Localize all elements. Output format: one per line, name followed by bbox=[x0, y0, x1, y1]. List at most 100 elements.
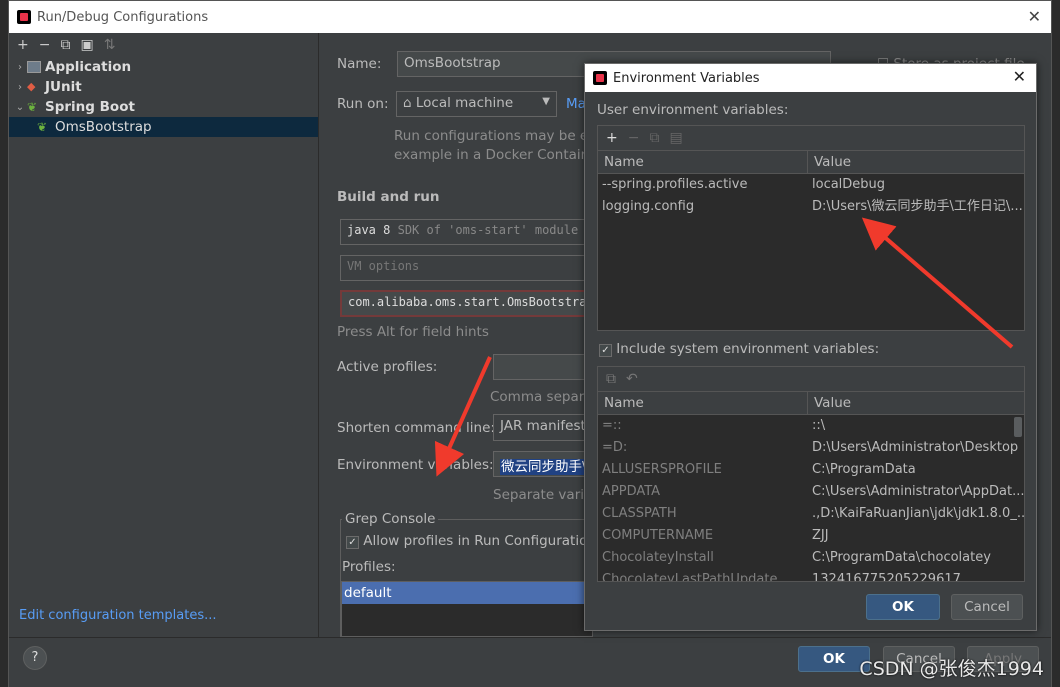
tree-item-junit[interactable]: › ◆ JUnit bbox=[9, 77, 318, 97]
variable-name: COMPUTERNAME bbox=[602, 528, 714, 543]
tree-item-application[interactable]: › Application bbox=[9, 57, 318, 77]
env-dialog-title-bar: Environment Variables ✕ bbox=[585, 64, 1036, 92]
background-editor-strip bbox=[0, 0, 8, 687]
folder-icon[interactable]: ▣ bbox=[80, 37, 93, 53]
environment-variables-label: Environment variables: bbox=[337, 457, 494, 473]
allow-profiles-checkbox[interactable]: ✓ Allow profiles in Run Configurations bbox=[346, 533, 603, 549]
table-row[interactable]: --spring.profiles.active localDebug bbox=[598, 174, 1024, 196]
sort-icon[interactable]: ⇅ bbox=[104, 37, 116, 53]
active-profiles-label: Active profiles: bbox=[337, 359, 438, 375]
grep-console-title: Grep Console bbox=[342, 511, 439, 527]
variable-value: ::\ bbox=[812, 418, 826, 433]
checkbox-checked-icon[interactable]: ✓ bbox=[599, 344, 612, 357]
vm-options-input[interactable]: VM options bbox=[340, 255, 590, 281]
chevron-right-icon[interactable]: › bbox=[13, 62, 27, 73]
variable-value: D:\Users\Administrator\Desktop bbox=[812, 440, 1019, 455]
undo-icon[interactable]: ↶ bbox=[626, 371, 638, 387]
table-row[interactable]: ALLUSERSPROFILE C:\ProgramData bbox=[598, 459, 1024, 481]
paste-icon[interactable]: ▤ bbox=[669, 130, 682, 146]
remove-icon[interactable]: − bbox=[628, 130, 640, 146]
table-row[interactable]: logging.config D:\Users\微云同步助手\工作日记\... bbox=[598, 196, 1024, 218]
user-variables-toolbar: + − ⧉ ▤ bbox=[598, 126, 1024, 150]
tree-toolbar: + − ⧉ ▣ ⇅ bbox=[9, 33, 318, 57]
variable-value: C:\ProgramData bbox=[812, 462, 916, 477]
chevron-right-icon[interactable]: › bbox=[13, 82, 27, 93]
main-class-input[interactable]: com.alibaba.oms.start.OmsBootstrap bbox=[340, 290, 590, 317]
table-row[interactable]: ChocolateyLastPathUpdate 1324167752052296… bbox=[598, 569, 1024, 582]
variable-name: =:: bbox=[602, 418, 622, 433]
shorten-command-line-label: Shorten command line: bbox=[337, 420, 495, 436]
user-variables-label: User environment variables: bbox=[597, 102, 789, 118]
csdn-watermark: CSDN @张俊杰1994 bbox=[859, 658, 1044, 680]
environment-variables-dialog: Environment Variables ✕ User environment… bbox=[584, 63, 1037, 631]
tree-item-omsbootstrap[interactable]: ❦ OmsBootstrap bbox=[9, 117, 318, 137]
variable-name: --spring.profiles.active bbox=[602, 177, 748, 192]
include-system-variables-checkbox[interactable]: ✓ Include system environment variables: bbox=[599, 341, 879, 357]
system-variables-table: ⧉ ↶ Name Value =::::\=D: D:\Users\Adminis… bbox=[597, 366, 1025, 582]
add-icon[interactable]: + bbox=[606, 130, 618, 146]
shorten-command-line-select[interactable]: JAR manifest bbox=[493, 414, 593, 441]
variable-name: ChocolateyLastPathUpdate bbox=[602, 572, 778, 582]
copy-icon[interactable]: ⧉ bbox=[606, 371, 616, 387]
table-row[interactable]: CLASSPATH .,D:\KaiFaRuanJian\jdk\jdk1.8.0… bbox=[598, 503, 1024, 525]
variable-value: ZJJ bbox=[812, 528, 829, 543]
profiles-list[interactable]: default bbox=[341, 581, 593, 637]
run-on-label: Run on: bbox=[337, 96, 389, 112]
variable-value: .,D:\KaiFaRuanJian\jdk\jdk1.8.0_... bbox=[812, 506, 1024, 521]
jdk-value: java 8 bbox=[347, 223, 391, 237]
tree-item-label: Application bbox=[45, 59, 132, 75]
variable-value: localDebug bbox=[812, 177, 886, 192]
tree-item-spring-boot[interactable]: ⌄ ❦ Spring Boot bbox=[9, 97, 318, 117]
variable-name: CLASSPATH bbox=[602, 506, 677, 521]
system-table-header: Name Value bbox=[598, 391, 1024, 415]
chevron-down-icon: ▼ bbox=[542, 96, 550, 107]
build-and-run-heading: Build and run bbox=[337, 189, 440, 205]
scrollbar-thumb[interactable] bbox=[1014, 417, 1022, 437]
close-icon[interactable]: ✕ bbox=[1028, 7, 1041, 26]
table-row[interactable]: =::::\ bbox=[598, 415, 1024, 437]
column-name-header: Name bbox=[598, 392, 808, 414]
checkbox-checked-icon[interactable]: ✓ bbox=[346, 536, 359, 549]
configurations-tree-panel: + − ⧉ ▣ ⇅ › Application › ◆ JUnit ⌄ ❦ Sp… bbox=[9, 33, 319, 637]
env-cancel-button[interactable]: Cancel bbox=[951, 594, 1023, 620]
chevron-down-icon[interactable]: ⌄ bbox=[13, 102, 27, 113]
add-icon[interactable]: + bbox=[17, 37, 29, 53]
user-variables-table: + − ⧉ ▤ Name Value --spring.profiles.act… bbox=[597, 125, 1025, 331]
close-icon[interactable]: ✕ bbox=[1013, 67, 1026, 86]
table-row[interactable]: APPDATA C:\Users\Administrator\AppDat... bbox=[598, 481, 1024, 503]
profiles-label: Profiles: bbox=[342, 559, 396, 575]
title-bar: Run/Debug Configurations ✕ bbox=[9, 1, 1051, 33]
run-on-hint-line1: Run configurations may be exe bbox=[394, 128, 604, 144]
active-profiles-input[interactable] bbox=[493, 354, 593, 380]
variable-value: C:\Users\Administrator\AppDat... bbox=[812, 484, 1024, 499]
variable-name: logging.config bbox=[602, 199, 695, 214]
environment-variables-input[interactable]: 微云同步助手\工 bbox=[493, 451, 593, 477]
env-ok-button[interactable]: OK bbox=[866, 594, 940, 620]
copy-icon[interactable]: ⧉ bbox=[60, 37, 70, 53]
profile-item-default[interactable]: default bbox=[342, 582, 592, 604]
tree-item-label: Spring Boot bbox=[45, 99, 135, 115]
column-value-header: Value bbox=[814, 154, 852, 170]
jdk-select[interactable]: java 8 SDK of 'oms-start' module bbox=[340, 219, 590, 245]
variable-name: =D: bbox=[602, 440, 628, 455]
table-row[interactable]: ChocolateyInstall C:\ProgramData\chocolat… bbox=[598, 547, 1024, 569]
env-dialog-title: Environment Variables bbox=[613, 70, 760, 86]
intellij-app-icon bbox=[17, 10, 31, 24]
variable-name: APPDATA bbox=[602, 484, 661, 499]
edit-configuration-templates-link[interactable]: Edit configuration templates... bbox=[19, 608, 217, 623]
copy-icon[interactable]: ⧉ bbox=[649, 130, 659, 146]
variable-value: D:\Users\微云同步助手\工作日记\... bbox=[812, 199, 1023, 214]
spring-boot-icon: ❦ bbox=[27, 100, 38, 114]
remove-icon[interactable]: − bbox=[39, 37, 51, 53]
junit-icon: ◆ bbox=[27, 80, 36, 93]
help-button[interactable]: ? bbox=[23, 646, 47, 670]
variable-name: ChocolateyInstall bbox=[602, 550, 714, 565]
run-on-select[interactable]: ⌂ Local machine ▼ bbox=[396, 91, 557, 117]
spring-boot-icon: ❦ bbox=[37, 120, 48, 134]
tree-item-label: JUnit bbox=[45, 79, 82, 95]
table-row[interactable]: =D: D:\Users\Administrator\Desktop bbox=[598, 437, 1024, 459]
variable-value: C:\ProgramData\chocolatey bbox=[812, 550, 991, 565]
jdk-hint: SDK of 'oms-start' module bbox=[397, 223, 579, 237]
manage-targets-link[interactable]: Ma bbox=[566, 96, 586, 112]
table-row[interactable]: COMPUTERNAME ZJJ bbox=[598, 525, 1024, 547]
